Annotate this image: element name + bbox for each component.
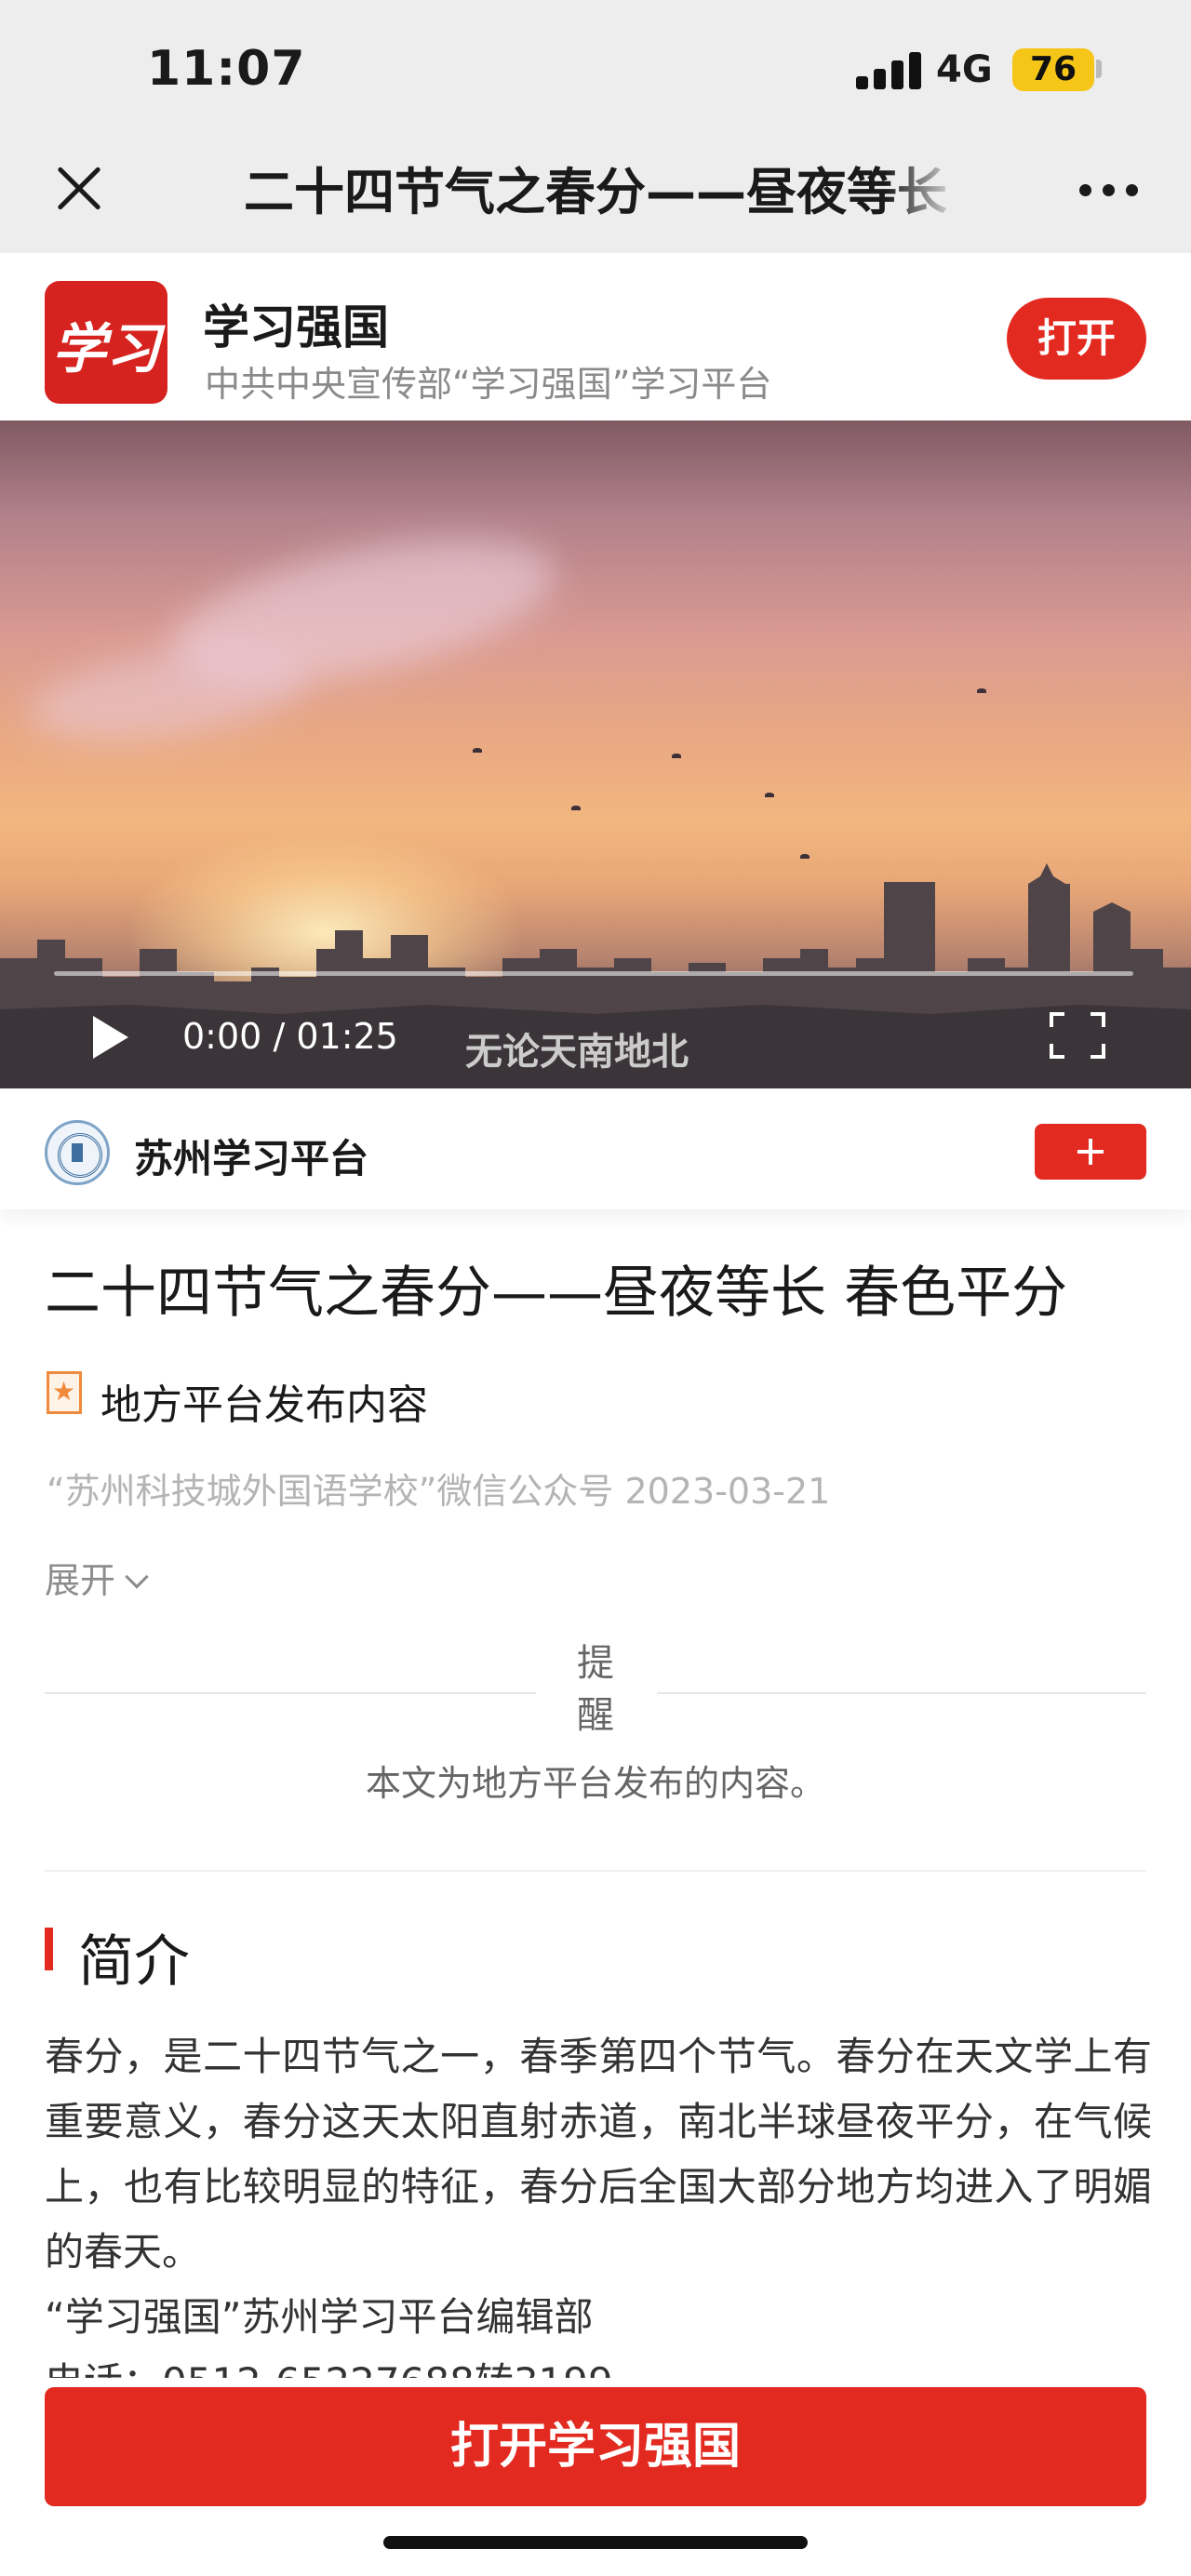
battery-icon: 76 (1012, 48, 1094, 91)
bird-shape (765, 793, 774, 797)
local-platform-tag-text: 地方平台发布内容 (100, 1381, 428, 1429)
notice-divider-right (657, 1692, 1146, 1694)
video-subtitle: 无论天南地北 (465, 1030, 689, 1074)
notice-divider-left (45, 1692, 536, 1694)
signal-strength-icon (856, 50, 921, 89)
top-bar: 11:07 4G 76 二十四节气之春分——昼夜等长 春色平分 (0, 0, 1191, 253)
more-dots-icon[interactable] (1079, 182, 1139, 201)
article-page: 11:07 4G 76 二十四节气之春分——昼夜等长 春色平分 学习 学习强国 … (0, 0, 1191, 2576)
status-time: 11:07 (147, 41, 306, 97)
article-date: 2023-03-21 (624, 1471, 831, 1512)
section-title: 简介 (78, 1929, 190, 1995)
intro-paragraph: 春分，是二十四节气之一，春季第四个节气。春分在天文学上有重要意义，春分这天太阳直… (45, 2034, 1152, 2275)
notice-text: 本文为地方平台发布的内容。 (365, 1763, 825, 1804)
bookmark-star-icon (47, 1371, 82, 1414)
home-indicator[interactable] (383, 2536, 808, 2549)
app-description: 中共中央宣传部“学习强国”学习平台 (205, 364, 772, 405)
editor-line: “学习强国”苏州学习平台编辑部 (45, 2294, 594, 2340)
section-accent-bar (45, 1928, 53, 1970)
duration: 01:25 (296, 1016, 398, 1057)
play-icon[interactable] (93, 1016, 130, 1059)
time-separator: / (273, 1016, 286, 1057)
app-name: 学习强国 (203, 300, 389, 354)
cloud-shape (23, 634, 312, 756)
video-player[interactable]: 0:00 / 01:25 无论天南地北 (0, 420, 1191, 1088)
app-banner: 学习 学习强国 中共中央宣传部“学习强国”学习平台 打开 (0, 253, 1191, 420)
video-progress-bar[interactable] (54, 971, 1133, 976)
bird-shape (977, 688, 986, 693)
close-icon[interactable] (47, 154, 114, 221)
bird-shape (672, 754, 681, 758)
publisher-avatar[interactable] (45, 1120, 110, 1185)
bird-shape (473, 748, 482, 753)
follow-plus-button[interactable] (1035, 1124, 1146, 1180)
open-app-button[interactable]: 打开 (1007, 298, 1146, 380)
nav-title: 二十四节气之春分——昼夜等长 春色平分 (244, 160, 960, 225)
notice-label: 提醒 (577, 1642, 614, 1737)
expand-label: 展开 (45, 1560, 116, 1601)
app-logo: 学习 (45, 281, 167, 404)
publisher-name[interactable]: 苏州学习平台 (134, 1128, 368, 1184)
publisher-row: 苏州学习平台 (0, 1088, 1191, 1209)
network-type: 4G (936, 48, 993, 91)
article-title: 二十四节气之春分——昼夜等长 春色平分 (45, 1261, 1068, 1326)
video-time: 0:00 / 01:25 (182, 1016, 398, 1057)
open-xuexi-button[interactable]: 打开学习强国 (45, 2387, 1146, 2506)
fullscreen-icon[interactable] (1050, 1012, 1105, 1059)
current-time: 0:00 (182, 1016, 262, 1057)
section-divider (45, 1870, 1146, 1872)
chevron-down-icon (125, 1565, 149, 1589)
expand-button[interactable]: 展开 (45, 1552, 149, 1603)
article-source-line: “苏州科技城外国语学校”微信公众号 2023-03-21 (47, 1462, 830, 1514)
article-source: “苏州科技城外国语学校”微信公众号 (47, 1471, 614, 1512)
app-logo-text: 学习 (51, 317, 160, 380)
bird-shape (571, 806, 581, 810)
battery-tip (1096, 60, 1102, 78)
